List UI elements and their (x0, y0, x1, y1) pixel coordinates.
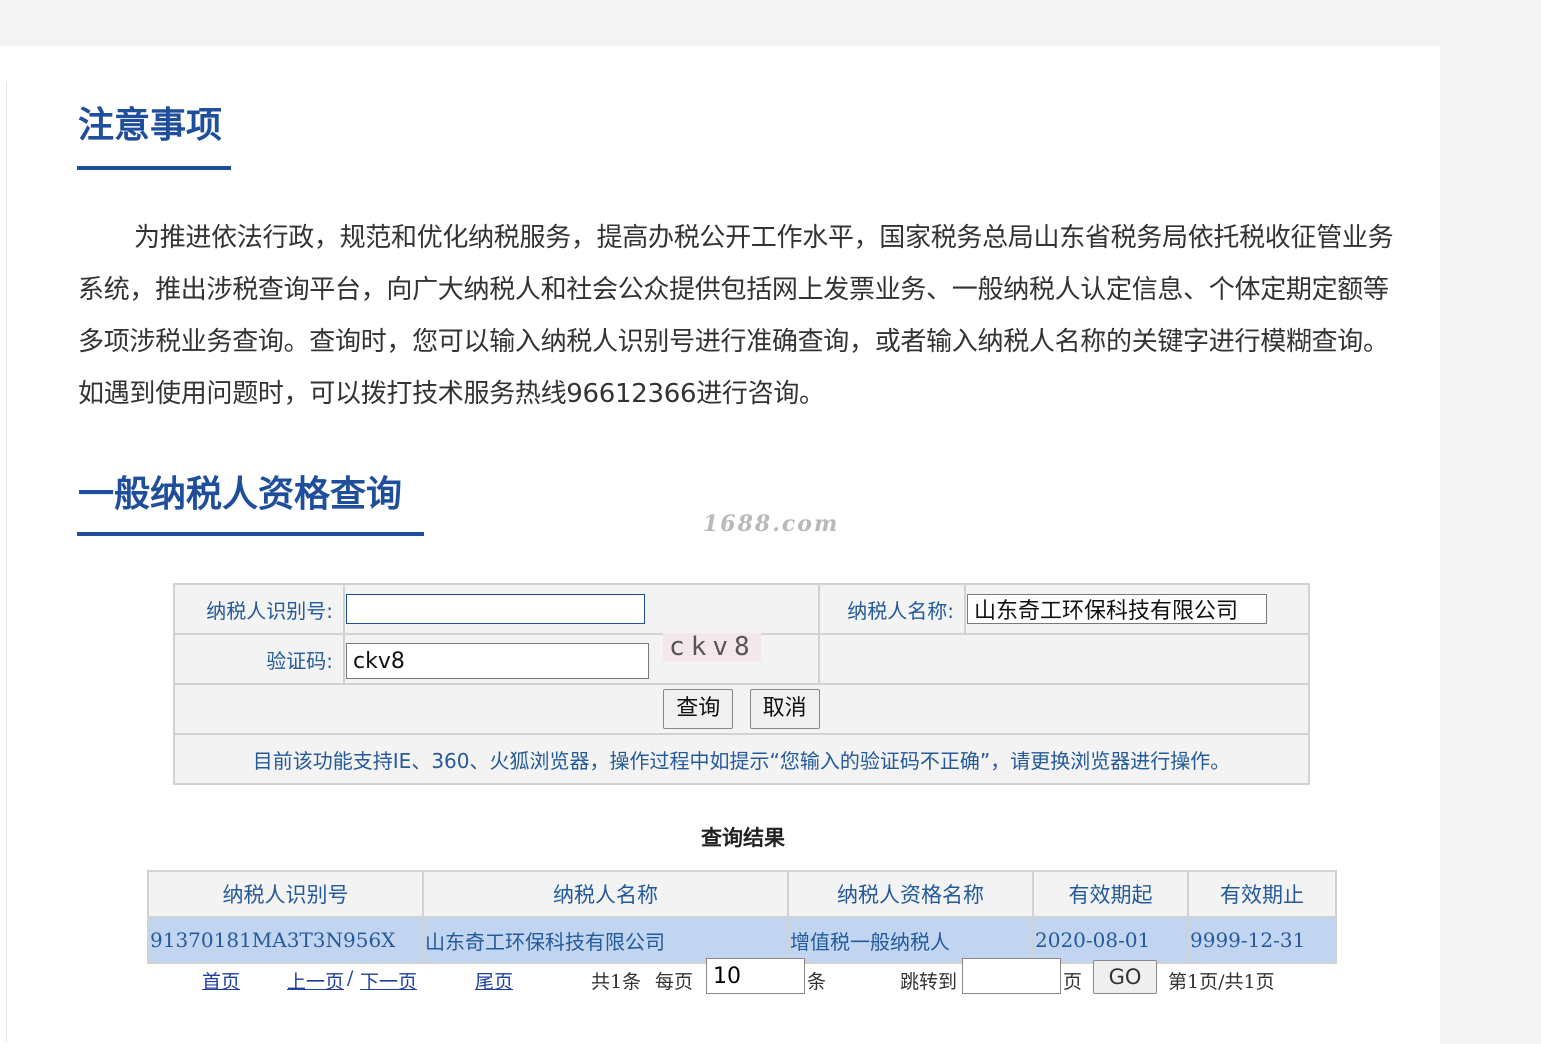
jump-label: 跳转到 (900, 971, 958, 993)
pagination: 首页 上一页 / 下一页 尾页 共1条 每页 条 跳转到 页 GO 第1页/共1… (0, 958, 1440, 998)
col-valid-to: 有效期止 (1187, 870, 1337, 918)
cell-qualification: 增值税一般纳税人 (787, 916, 1034, 964)
notice-title: 注意事项 (78, 105, 223, 146)
empty-cell (818, 633, 1310, 685)
page-border (6, 82, 7, 1042)
captcha-label: 验证码: (173, 633, 345, 685)
page-content: 注意事项 为推进依法行政，规范和优化纳税服务，提高办税公开工作水平，国家税务总局… (0, 46, 1440, 1044)
per-page-label: 每页 (655, 971, 694, 993)
taxpayer-id-input[interactable] (346, 594, 645, 624)
col-qualification: 纳税人资格名称 (787, 870, 1034, 918)
pager-separator: / (347, 967, 354, 989)
cell-taxpayer-name: 山东奇工环保科技有限公司 (422, 916, 789, 964)
cancel-button[interactable]: 取消 (749, 689, 820, 729)
prev-page-link[interactable]: 上一页 (287, 967, 344, 994)
table-row[interactable]: 91370181MA3T3N956X 山东奇工环保科技有限公司 增值税一般纳税人… (147, 916, 1337, 964)
watermark-text: 1688.com (703, 511, 840, 537)
cell-taxpayer-id: 91370181MA3T3N956X (147, 916, 424, 964)
col-taxpayer-id: 纳税人识别号 (147, 870, 424, 918)
col-valid-from: 有效期起 (1032, 870, 1189, 918)
cell-valid-from: 2020-08-01 (1032, 916, 1189, 964)
per-page-unit: 条 (807, 971, 827, 993)
jump-page-input[interactable] (962, 958, 1061, 994)
notice-title-underline (77, 166, 231, 170)
browser-hint: 目前该功能支持IE、360、火狐浏览器，操作过程中如提示“您输入的验证码不正确”… (173, 733, 1310, 785)
page-unit: 页 (1063, 971, 1083, 993)
cell-valid-to: 9999-12-31 (1187, 916, 1337, 964)
last-page-link[interactable]: 尾页 (475, 967, 513, 994)
results-table: 纳税人识别号 纳税人名称 纳税人资格名称 有效期起 有效期止 91370181M… (147, 870, 1337, 964)
taxpayer-name-input[interactable] (967, 594, 1267, 624)
query-title-underline (77, 532, 424, 536)
first-page-link[interactable]: 首页 (202, 967, 240, 994)
taxpayer-name-label: 纳税人名称: (818, 583, 966, 635)
query-title: 一般纳税人资格查询 (78, 474, 403, 515)
notice-body: 为推进依法行政，规范和优化纳税服务，提高办税公开工作水平，国家税务总局山东省税务… (78, 223, 1394, 409)
taxpayer-id-cell (343, 583, 820, 635)
submit-button[interactable]: 查询 (663, 689, 734, 729)
page-status: 第1页/共1页 (1168, 971, 1275, 993)
col-taxpayer-name: 纳税人名称 (422, 870, 789, 918)
captcha-image[interactable]: ckv8 (663, 633, 762, 661)
buttons-row: 查询 取消 (173, 683, 1310, 735)
results-header-row: 纳税人识别号 纳税人名称 纳税人资格名称 有效期起 有效期止 (147, 870, 1337, 918)
taxpayer-id-label: 纳税人识别号: (173, 583, 345, 635)
query-form: 纳税人识别号: 纳税人名称: 验证码: ckv8 查询 取消 目前该功能支持 (173, 583, 1310, 785)
results-title: 查询结果 (701, 825, 785, 850)
taxpayer-name-cell (964, 583, 1310, 635)
per-page-input[interactable] (706, 958, 805, 994)
captcha-input[interactable] (346, 643, 649, 679)
total-count: 共1条 (591, 971, 642, 993)
next-page-link[interactable]: 下一页 (360, 967, 417, 994)
go-button[interactable]: GO (1093, 960, 1157, 994)
captcha-cell: ckv8 (343, 633, 820, 685)
